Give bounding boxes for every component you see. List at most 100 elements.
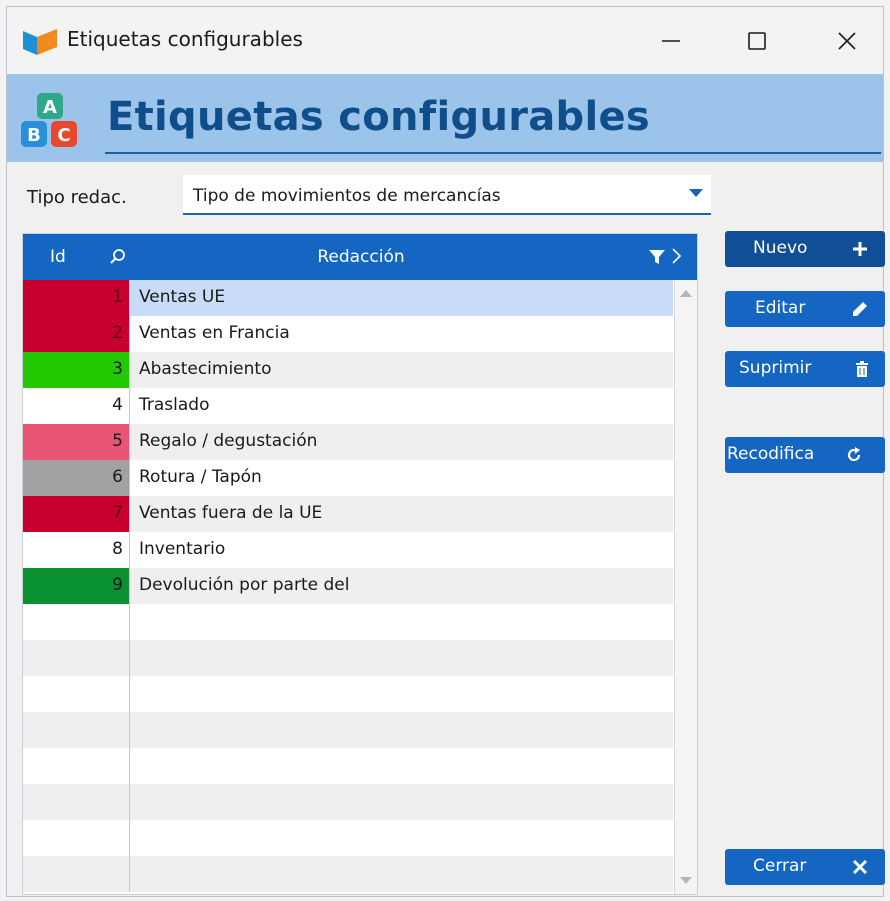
- table-row[interactable]: [23, 748, 673, 784]
- svg-text:C: C: [57, 125, 70, 146]
- plus-icon: [853, 242, 867, 256]
- table-row[interactable]: 8 Inventario: [23, 532, 673, 568]
- delete-button[interactable]: Suprimir: [725, 351, 885, 387]
- row-label: Ventas UE: [139, 287, 226, 307]
- table-body: 1 Ventas UE 2 Ventas en Francia 3 Abastecimie…: [23, 280, 673, 892]
- row-id-cell[interactable]: 8: [23, 532, 129, 568]
- row-id-cell[interactable]: 9: [23, 568, 129, 604]
- row-label-cell[interactable]: Rotura / Tapón: [130, 460, 673, 496]
- type-filter-select[interactable]: Tipo de movimientos de mercancías: [183, 175, 711, 215]
- window: Etiquetas configurables A B C Etiquetas …: [6, 6, 885, 897]
- table-row[interactable]: [23, 820, 673, 856]
- row-label: Abastecimiento: [139, 359, 272, 379]
- table-header: Id Redacción: [23, 234, 697, 280]
- title-underline: [105, 152, 881, 154]
- close-button-label: Cerrar: [753, 856, 807, 876]
- new-button-label: Nuevo: [753, 238, 808, 258]
- row-id: 7: [112, 503, 123, 523]
- row-id-cell[interactable]: 6: [23, 460, 129, 496]
- abc-blocks-icon: A B C: [21, 93, 77, 147]
- page-title: Etiquetas configurables: [107, 94, 651, 140]
- row-label-cell[interactable]: Ventas en Francia: [130, 316, 673, 352]
- trash-icon: [856, 361, 868, 377]
- row-label: Inventario: [139, 539, 226, 559]
- empty-label-cell: [130, 604, 673, 640]
- empty-id-cell: [23, 856, 129, 892]
- delete-button-label: Suprimir: [739, 358, 812, 378]
- header-banner: A B C Etiquetas configurables: [7, 74, 883, 162]
- row-label-cell[interactable]: Ventas fuera de la UE: [130, 496, 673, 532]
- row-label-cell[interactable]: Inventario: [130, 532, 673, 568]
- title-bar: Etiquetas configurables: [7, 7, 883, 74]
- row-id-cell[interactable]: 4: [23, 388, 129, 424]
- empty-id-cell: [23, 604, 129, 640]
- empty-label-cell: [130, 676, 673, 712]
- column-header-redaccion[interactable]: Redacción: [123, 247, 599, 267]
- svg-text:B: B: [27, 125, 41, 146]
- row-id: 6: [112, 467, 123, 487]
- close-window-button[interactable]: [813, 7, 881, 74]
- minimize-icon: [662, 39, 680, 42]
- vertical-scrollbar[interactable]: [674, 280, 697, 894]
- maximize-button[interactable]: [723, 7, 791, 74]
- empty-label-cell: [130, 784, 673, 820]
- row-label-cell[interactable]: Devolución por parte del: [130, 568, 673, 604]
- recode-button[interactable]: Recodifica: [725, 437, 885, 473]
- row-id: 8: [112, 539, 123, 559]
- minimize-button[interactable]: [637, 7, 705, 74]
- new-button[interactable]: Nuevo: [725, 231, 885, 267]
- table-row[interactable]: 7 Ventas fuera de la UE: [23, 496, 673, 532]
- close-x-icon: [852, 859, 868, 875]
- row-id: 9: [112, 575, 123, 595]
- scroll-down-icon[interactable]: [680, 877, 692, 884]
- empty-label-cell: [130, 856, 673, 892]
- table-row[interactable]: [23, 856, 673, 892]
- refresh-icon: [847, 447, 861, 462]
- filter-icon[interactable]: [649, 249, 665, 265]
- row-id-cell[interactable]: 1: [23, 280, 129, 316]
- table-row[interactable]: [23, 640, 673, 676]
- close-icon: [838, 31, 856, 50]
- dropdown-arrow-icon[interactable]: [689, 189, 703, 197]
- empty-id-cell: [23, 712, 129, 748]
- empty-id-cell: [23, 676, 129, 712]
- empty-id-cell: [23, 640, 129, 676]
- svg-text:A: A: [43, 97, 57, 118]
- row-label: Ventas fuera de la UE: [139, 503, 323, 523]
- table-row[interactable]: 2 Ventas en Francia: [23, 316, 673, 352]
- table-row[interactable]: [23, 676, 673, 712]
- maximize-icon: [748, 31, 766, 50]
- edit-button[interactable]: Editar: [725, 291, 885, 327]
- close-button[interactable]: Cerrar: [725, 849, 885, 885]
- row-label-cell[interactable]: Abastecimiento: [130, 352, 673, 388]
- table-row[interactable]: 5 Regalo / degustación: [23, 424, 673, 460]
- row-label-cell[interactable]: Traslado: [130, 388, 673, 424]
- empty-label-cell: [130, 748, 673, 784]
- row-label-cell[interactable]: Regalo / degustación: [130, 424, 673, 460]
- table-row[interactable]: 3 Abastecimiento: [23, 352, 673, 388]
- row-label: Ventas en Francia: [139, 323, 290, 343]
- table-row[interactable]: 9 Devolución por parte del: [23, 568, 673, 604]
- row-id: 5: [112, 431, 123, 451]
- type-filter-label: Tipo redac.: [27, 187, 127, 208]
- empty-label-cell: [130, 712, 673, 748]
- edit-button-label: Editar: [755, 298, 806, 318]
- row-id-cell[interactable]: 3: [23, 352, 129, 388]
- row-label: Devolución por parte del: [139, 575, 350, 595]
- column-header-id[interactable]: Id: [50, 247, 66, 267]
- row-id: 2: [112, 323, 123, 343]
- row-id-cell[interactable]: 5: [23, 424, 129, 460]
- chevron-right-icon[interactable]: [671, 247, 683, 265]
- table-row[interactable]: [23, 712, 673, 748]
- table-row[interactable]: 1 Ventas UE: [23, 280, 673, 316]
- row-id-cell[interactable]: 7: [23, 496, 129, 532]
- row-id: 1: [112, 287, 123, 307]
- row-label: Traslado: [139, 395, 210, 415]
- row-label-cell[interactable]: Ventas UE: [130, 280, 673, 316]
- row-id-cell[interactable]: 2: [23, 316, 129, 352]
- table-row[interactable]: [23, 784, 673, 820]
- scroll-up-icon[interactable]: [680, 290, 692, 297]
- table-row[interactable]: 6 Rotura / Tapón: [23, 460, 673, 496]
- table-row[interactable]: [23, 604, 673, 640]
- table-row[interactable]: 4 Traslado: [23, 388, 673, 424]
